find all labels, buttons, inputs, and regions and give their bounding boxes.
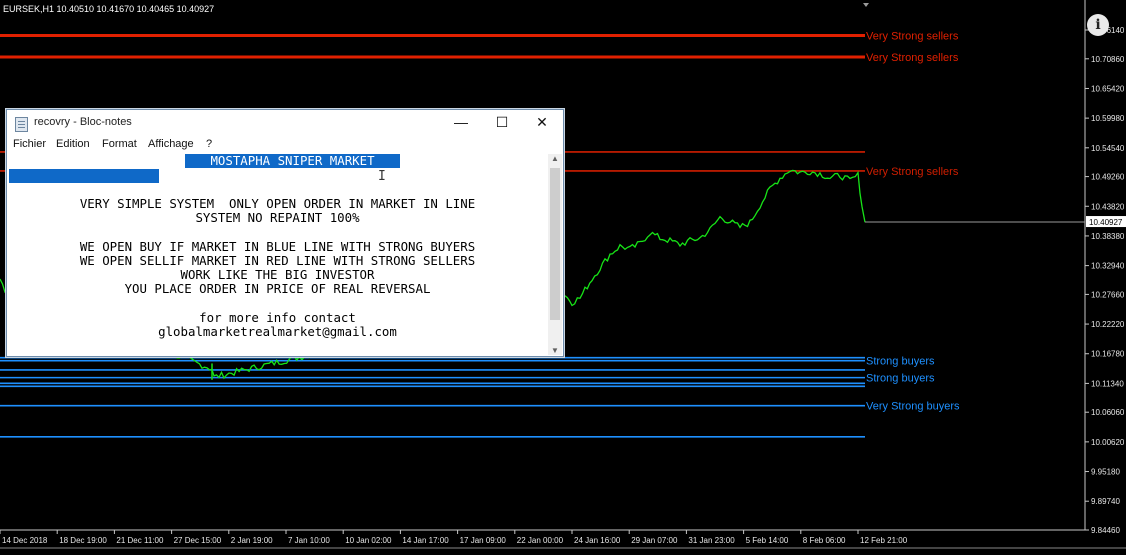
price-tick-label: 10.11340 — [1091, 379, 1124, 388]
time-tick-label: 29 Jan 07:00 — [631, 536, 678, 545]
time-tick-label: 27 Dec 15:00 — [174, 536, 222, 545]
text-line: globalmarketrealmarket@gmail.com — [158, 324, 397, 339]
price-tick-label: 10.00620 — [1091, 438, 1125, 447]
info-icon[interactable]: i — [1087, 14, 1109, 36]
level-label: Very Strong sellers — [866, 166, 959, 178]
time-tick-label: 21 Dec 11:00 — [116, 536, 164, 545]
notepad-scrollbar[interactable]: ▲ ▼ — [548, 154, 562, 355]
time-tick-label: 2 Jan 19:00 — [231, 536, 273, 545]
notepad-window[interactable]: recovry - Bloc-notes — ☐ ✕ Fichier Editi… — [6, 109, 564, 357]
selection-highlight — [9, 169, 159, 183]
price-tick-label: 10.59980 — [1091, 114, 1125, 123]
menu-affichage[interactable]: Affichage — [148, 138, 194, 150]
price-tick-label: 10.38380 — [1091, 232, 1125, 241]
price-tick-label: 10.70860 — [1091, 55, 1125, 64]
time-tick-label: 14 Jan 17:00 — [402, 536, 449, 545]
level-label: Very Strong sellers — [866, 30, 959, 42]
level-label: Very Strong buyers — [866, 401, 960, 413]
time-tick-label: 8 Feb 06:00 — [803, 536, 846, 545]
menu-help[interactable]: ? — [206, 138, 212, 150]
time-tick-label: 18 Dec 19:00 — [59, 536, 107, 545]
notepad-titlebar[interactable]: recovry - Bloc-notes — ☐ ✕ — [7, 110, 563, 136]
price-tick-label: 10.54540 — [1091, 144, 1125, 153]
level-label: Very Strong sellers — [866, 52, 959, 64]
menu-edition[interactable]: Edition — [56, 138, 90, 150]
time-tick-label: 31 Jan 23:00 — [688, 536, 735, 545]
scroll-up-icon[interactable]: ▲ — [548, 154, 562, 163]
time-tick-label: 14 Dec 2018 — [2, 536, 48, 545]
minimize-button[interactable]: — — [441, 110, 481, 136]
text-cursor-icon: I — [378, 169, 386, 184]
scroll-thumb[interactable] — [550, 168, 560, 320]
notepad-menubar: Fichier Edition Format Affichage ? — [7, 136, 563, 154]
price-tick-label: 10.65420 — [1091, 84, 1125, 93]
text-line: SYSTEM NO REPAINT 100% — [195, 210, 360, 225]
price-tick-label: 10.16780 — [1091, 350, 1125, 359]
time-tick-label: 22 Jan 00:00 — [517, 536, 564, 545]
text-line: YOU PLACE ORDER IN PRICE OF REAL REVERSA… — [124, 281, 431, 296]
time-tick-label: 7 Jan 10:00 — [288, 536, 330, 545]
symbol-header: EURSEK,H1 10.40510 10.41670 10.40465 10.… — [3, 4, 215, 14]
menu-format[interactable]: Format — [102, 138, 137, 150]
level-label: Strong buyers — [866, 356, 935, 368]
selected-heading: MOSTAPHA SNIPER MARKET — [185, 154, 400, 168]
time-tick-label: 24 Jan 16:00 — [574, 536, 621, 545]
close-button[interactable]: ✕ — [522, 110, 562, 136]
price-tick-label: 10.22220 — [1091, 320, 1125, 329]
notepad-title: recovry - Bloc-notes — [34, 116, 132, 128]
notepad-text-area[interactable]: MOSTAPHA SNIPER MARKET I VERY SIMPLE SYS… — [7, 154, 548, 355]
shift-marker-icon — [863, 3, 869, 7]
current-price-label: 10.40927 — [1089, 218, 1123, 227]
price-tick-label: 10.27660 — [1091, 290, 1125, 299]
time-tick-label: 10 Jan 02:00 — [345, 536, 392, 545]
price-tick-label: 9.84460 — [1091, 526, 1120, 535]
time-tick-label: 17 Jan 09:00 — [460, 536, 507, 545]
price-tick-label: 9.95180 — [1091, 468, 1120, 477]
notepad-icon — [15, 117, 28, 132]
time-tick-label: 12 Feb 21:00 — [860, 536, 908, 545]
scroll-down-icon[interactable]: ▼ — [548, 346, 562, 355]
price-tick-label: 10.32940 — [1091, 262, 1125, 271]
price-tick-label: 10.43820 — [1091, 202, 1125, 211]
price-tick-label: 9.89740 — [1091, 497, 1120, 506]
price-tick-label: 10.49260 — [1091, 173, 1125, 182]
level-label: Strong buyers — [866, 373, 935, 385]
time-tick-label: 5 Feb 14:00 — [746, 536, 789, 545]
maximize-button[interactable]: ☐ — [482, 110, 522, 136]
menu-fichier[interactable]: Fichier — [13, 138, 46, 150]
price-tick-label: 10.06060 — [1091, 408, 1125, 417]
